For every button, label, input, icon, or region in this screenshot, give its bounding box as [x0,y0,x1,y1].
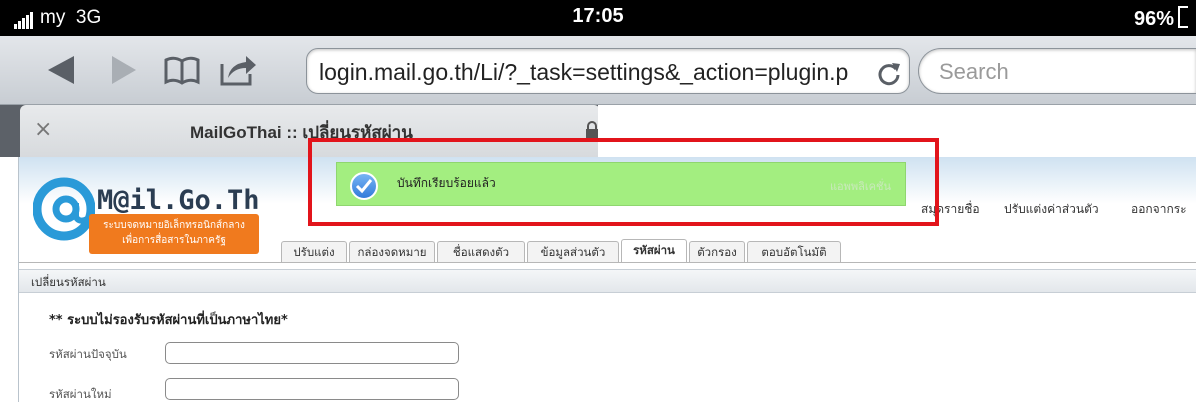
tab-settings[interactable]: ปรับแต่ง [281,241,347,263]
nav-logout[interactable]: ออกจากระ [1131,200,1187,219]
battery-icon [1178,6,1188,28]
thai-password-warning: ** ระบบไม่รองรับรหัสผ่านที่เป็นภาษาไทย* [49,313,288,328]
battery-percent: 96% [1133,8,1174,30]
status-bar: my 3G 17:05 96% [0,0,1196,36]
tab-mailbox[interactable]: กล่องจดหมาย [349,241,435,263]
reload-icon [878,63,900,86]
battery-indicator: 96% [1134,6,1188,31]
current-password-input[interactable] [165,342,459,364]
forward-button[interactable] [100,48,144,92]
section-title: เปลี่ยนรหัสผ่าน [19,269,1196,293]
reload-button[interactable] [875,57,903,93]
settings-tabs: ปรับแต่ง กล่องจดหมาย ชื่อแสดงตัว ข้อมูลส… [19,239,1196,263]
clock: 17:05 [572,5,624,27]
tab-display-name[interactable]: ชื่อแสดงตัว [437,241,525,263]
url-text: login.mail.go.th/Li/?_task=settings&_act… [319,59,849,85]
bookmarks-button[interactable] [160,48,204,92]
logo-at-icon [32,173,96,247]
back-arrow-icon [48,56,74,84]
tab-close-icon[interactable]: × [34,117,52,142]
back-button[interactable] [40,48,84,92]
share-button[interactable] [216,48,260,92]
new-password-label: รหัสผ่านใหม่ [49,387,112,401]
forward-arrow-icon [112,56,136,84]
tab-personal-info[interactable]: ข้อมูลส่วนตัว [527,241,619,263]
share-icon [220,56,256,86]
tab-password[interactable]: รหัสผ่าน [621,239,687,263]
browser-toolbar: login.mail.go.th/Li/?_task=settings&_act… [0,36,1196,105]
logo-title: M@il.Go.Th [97,185,260,216]
nav-personal-settings[interactable]: ปรับแต่งค่าส่วนตัว [1004,200,1099,219]
tab-auto-reply[interactable]: ตอบอัตโนมัติ [747,241,841,263]
book-icon [164,56,200,85]
tab-filters[interactable]: ตัวกรอง [689,241,745,263]
new-password-input[interactable] [165,378,459,400]
highlight-box [308,138,939,226]
logo-line1: ระบบจดหมายอิเล็กทรอนิกส์กลาง [103,220,245,231]
url-field[interactable]: login.mail.go.th/Li/?_task=settings&_act… [306,48,910,94]
search-input[interactable]: Search [918,48,1196,94]
tabs-divider [19,262,1196,263]
current-password-label: รหัสผ่านปัจจุบัน [49,347,127,361]
